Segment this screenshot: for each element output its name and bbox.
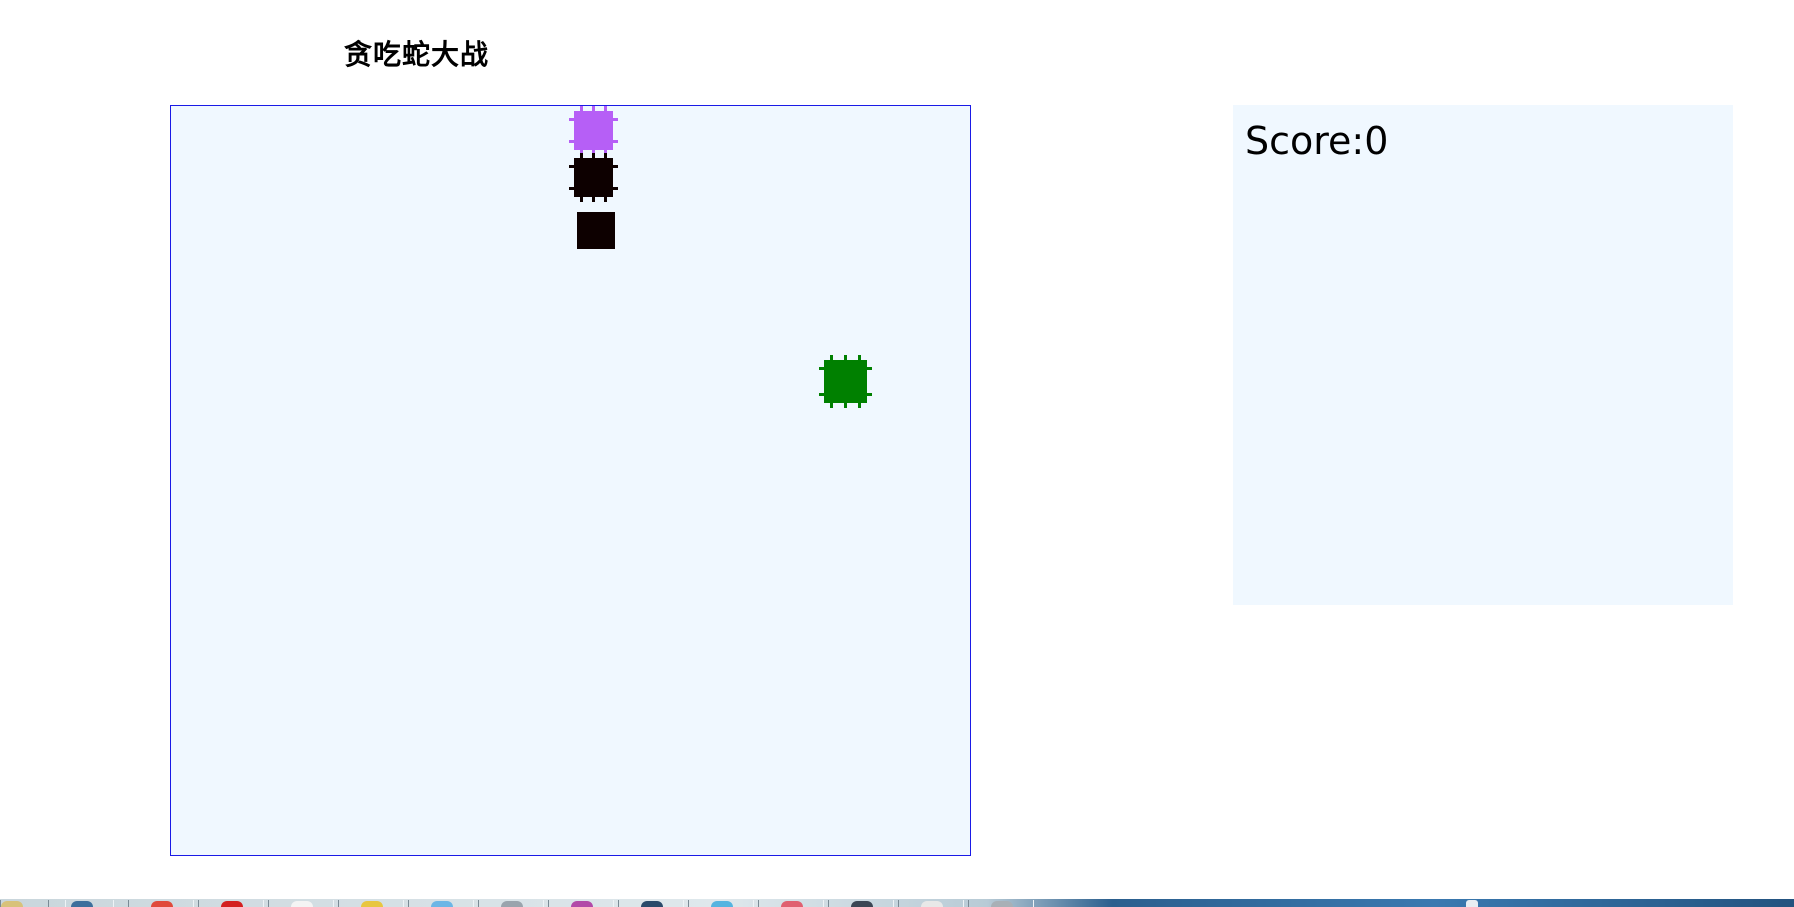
blank-app-icon xyxy=(291,901,313,907)
taskbar-button[interactable] xyxy=(688,900,754,907)
red-pin-icon xyxy=(781,901,803,907)
snake-body-segment xyxy=(569,153,618,202)
taskbar-button[interactable] xyxy=(618,900,684,907)
yellow-app-icon xyxy=(361,901,383,907)
page-title: 贪吃蛇大战 xyxy=(344,38,490,71)
taskbar-button[interactable] xyxy=(408,900,474,907)
system-tray-icon[interactable] xyxy=(1466,900,1478,907)
blue-app-icon xyxy=(431,901,453,907)
taskbar-button[interactable] xyxy=(828,900,894,907)
snake-tail-segment xyxy=(577,212,615,249)
food-item xyxy=(819,355,872,408)
doc-icon xyxy=(921,901,943,907)
snake-head xyxy=(569,106,618,155)
taskbar-button[interactable] xyxy=(198,900,264,907)
dark-app-icon xyxy=(641,901,663,907)
dark-round-icon xyxy=(851,901,873,907)
taskbar-button[interactable] xyxy=(898,900,964,907)
red-app-icon xyxy=(221,901,243,907)
app-icon xyxy=(71,901,93,907)
globe-icon xyxy=(711,901,733,907)
chrome-icon xyxy=(151,901,173,907)
game-board[interactable] xyxy=(170,105,971,856)
folder-icon xyxy=(1,901,23,907)
taskbar xyxy=(0,899,1794,907)
taskbar-button[interactable] xyxy=(968,900,1034,907)
taskbar-button[interactable] xyxy=(268,900,334,907)
gray-app-icon xyxy=(501,901,523,907)
purple-app-icon xyxy=(571,901,593,907)
taskbar-button[interactable] xyxy=(48,900,114,907)
score-display: Score:0 xyxy=(1245,119,1389,163)
taskbar-button[interactable] xyxy=(338,900,404,907)
taskbar-button[interactable] xyxy=(128,900,194,907)
score-panel: Score:0 xyxy=(1233,105,1733,605)
taskbar-button[interactable] xyxy=(758,900,824,907)
taskbar-button[interactable] xyxy=(548,900,614,907)
taskbar-button[interactable] xyxy=(478,900,544,907)
gray-folder-icon xyxy=(991,901,1013,907)
